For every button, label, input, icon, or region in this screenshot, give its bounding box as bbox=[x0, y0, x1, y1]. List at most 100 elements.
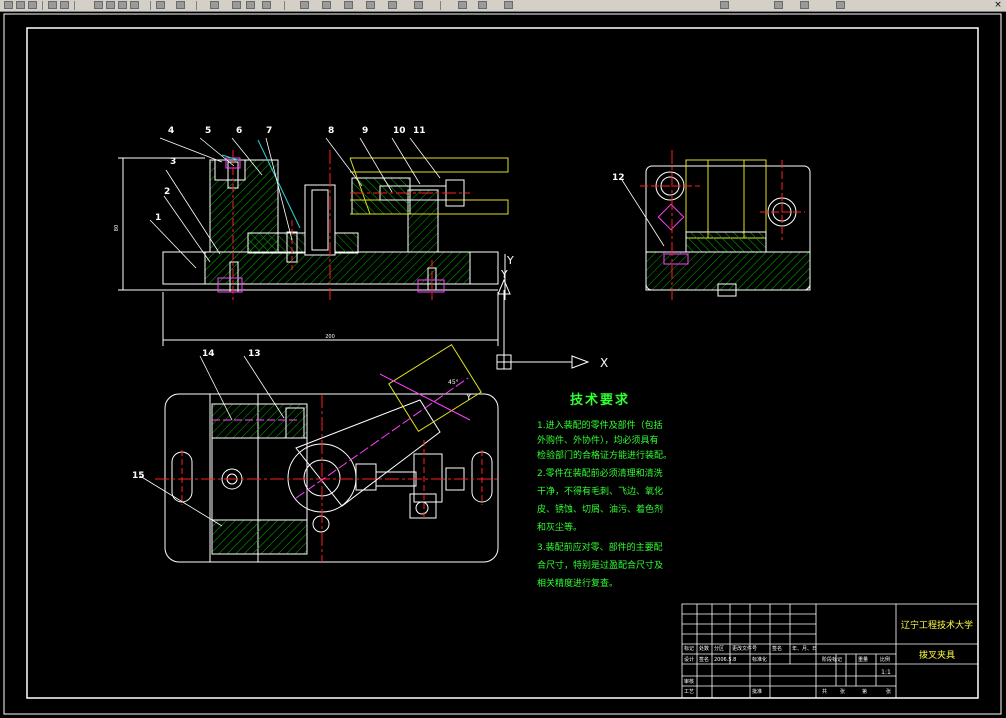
tech-line: 1.进入装配的零件及部件（包括 bbox=[537, 419, 663, 431]
paste-icon[interactable] bbox=[118, 1, 127, 9]
tech-line: 相关精度进行复查。 bbox=[537, 577, 618, 589]
part-label: 14 bbox=[202, 349, 215, 359]
copy-icon[interactable] bbox=[106, 1, 115, 9]
tb-cell: 重量 bbox=[858, 656, 868, 663]
part-label: 15 bbox=[132, 471, 145, 481]
toolbar-separator bbox=[440, 1, 441, 10]
pan-icon[interactable] bbox=[210, 1, 219, 9]
preview-icon[interactable] bbox=[60, 1, 69, 9]
toolbar-separator bbox=[284, 1, 285, 10]
tech-line: 3.装配前应对零、部件的主要配 bbox=[537, 541, 663, 553]
tech-line: 检验部门的合格证方能进行装配。 bbox=[537, 449, 672, 461]
zoom-icon[interactable] bbox=[232, 1, 241, 9]
zoom-prev-icon[interactable] bbox=[262, 1, 271, 9]
toolbar-separator bbox=[196, 1, 197, 10]
sheet-border bbox=[3, 13, 1002, 715]
part-label: 10 bbox=[393, 126, 406, 136]
tb-cell: 第 bbox=[862, 688, 867, 695]
help-icon[interactable] bbox=[774, 1, 783, 9]
dimension-width: 200 bbox=[162, 292, 499, 346]
save-icon[interactable] bbox=[28, 1, 37, 9]
redo-icon[interactable] bbox=[176, 1, 185, 9]
part-label: 8 bbox=[328, 126, 334, 136]
ucs-x-label: X bbox=[600, 356, 608, 370]
part-label: 4 bbox=[168, 126, 174, 136]
properties-icon[interactable] bbox=[300, 1, 309, 9]
new-icon[interactable] bbox=[4, 1, 13, 9]
tech-title: 技术要求 bbox=[570, 392, 630, 408]
drawing-canvas[interactable]: 200 80 4 5 6 7 8 9 10 11 3 2 1 12 Y X Y … bbox=[0, 11, 1006, 718]
ucs-icon: X Y bbox=[496, 268, 608, 370]
section-y-label-top: Y bbox=[465, 393, 472, 403]
tech-requirements: 技术要求 1.进入装配的零件及部件（包括 外购件、外协件），均必须具有 检验部门… bbox=[537, 392, 672, 589]
toolbar-separator bbox=[74, 1, 75, 10]
style-icon[interactable] bbox=[720, 1, 729, 9]
part-label: 9 bbox=[362, 126, 368, 136]
part-label: 7 bbox=[266, 126, 272, 136]
tb-cell: 张 bbox=[840, 688, 845, 695]
design-center-icon[interactable] bbox=[322, 1, 331, 9]
calc-icon[interactable] bbox=[414, 1, 423, 9]
part-label: 13 bbox=[248, 349, 261, 359]
markup-icon[interactable] bbox=[388, 1, 397, 9]
layer-state-icon[interactable] bbox=[478, 1, 487, 9]
part-label: 2 bbox=[164, 187, 170, 197]
tb-cell: 签名 bbox=[699, 656, 709, 663]
tb-cell: 签名 bbox=[772, 645, 782, 652]
ucs-y-label: Y bbox=[500, 268, 508, 281]
scale-value: 1:1 bbox=[881, 669, 891, 676]
tech-line: 干净，不得有毛刺、飞边、氧化 bbox=[537, 485, 663, 497]
layer-prev-icon[interactable] bbox=[504, 1, 513, 9]
tb-cell: 标记 bbox=[684, 645, 694, 652]
tech-line: 和灰尘等。 bbox=[537, 521, 582, 533]
dimension-height: 80 bbox=[114, 157, 205, 291]
tech-line: 合尺寸，特别是过盈配合尺寸及 bbox=[537, 559, 663, 571]
tb-cell: 更改文件号 bbox=[732, 645, 757, 652]
tech-line: 2.零件在装配前必须清理和清洗 bbox=[537, 467, 663, 479]
part-label: 3 bbox=[170, 157, 176, 167]
school-name: 辽宁工程技术大学 bbox=[901, 619, 973, 631]
tb-cell: 批准 bbox=[752, 688, 762, 695]
print-icon[interactable] bbox=[48, 1, 57, 9]
open-icon[interactable] bbox=[16, 1, 25, 9]
tech-line: 皮、锈蚀、切屑、油污、着色剂 bbox=[537, 503, 663, 515]
tb-cell: 2006.5.8 bbox=[714, 657, 736, 663]
tb-cell: 工艺 bbox=[684, 689, 694, 695]
tb-cell: 审核 bbox=[684, 678, 694, 685]
part-label: 6 bbox=[236, 126, 242, 136]
part-label: 11 bbox=[413, 126, 426, 136]
tb-cell: 张 bbox=[886, 688, 891, 695]
table-style-icon[interactable] bbox=[836, 1, 845, 9]
tb-cell: 比例 bbox=[880, 656, 890, 663]
tb-cell: 设计 bbox=[684, 656, 694, 663]
tb-cell: 年、月、日 bbox=[792, 645, 817, 652]
sheet-set-icon[interactable] bbox=[366, 1, 375, 9]
tb-cell: 阶段标记 bbox=[822, 656, 842, 663]
tb-cell: 标准化 bbox=[752, 656, 767, 663]
top-view[interactable]: 45° Y bbox=[155, 343, 500, 563]
tb-cell: 分区 bbox=[714, 645, 724, 652]
drawing-name: 拨叉夹具 bbox=[919, 649, 955, 661]
undo-icon[interactable] bbox=[156, 1, 165, 9]
dim-width-text: 200 bbox=[325, 334, 335, 340]
side-view[interactable]: 12 bbox=[612, 150, 811, 300]
tech-line: 外购件、外协件），均必须具有 bbox=[537, 434, 659, 446]
tool-palette-icon[interactable] bbox=[344, 1, 353, 9]
front-view[interactable] bbox=[162, 139, 509, 300]
angle-label: 45° bbox=[448, 379, 459, 386]
dim-style-icon[interactable] bbox=[800, 1, 809, 9]
part-label: 5 bbox=[205, 126, 211, 136]
tb-cell: 处数 bbox=[699, 645, 709, 652]
layer-icon[interactable] bbox=[458, 1, 467, 9]
part-label: 1 bbox=[155, 213, 161, 223]
section-y-label: Y bbox=[506, 254, 514, 267]
part-label: 12 bbox=[612, 173, 625, 183]
match-icon[interactable] bbox=[130, 1, 139, 9]
toolbar-separator bbox=[150, 1, 151, 10]
cut-icon[interactable] bbox=[94, 1, 103, 9]
toolbar-separator bbox=[42, 1, 43, 10]
close-icon[interactable]: × bbox=[992, 0, 1004, 10]
title-block-text: 辽宁工程技术大学 拨叉夹具 1:1 标记 处数 分区 更改文件号 签名 年、月、… bbox=[684, 619, 973, 695]
dim-height-text: 80 bbox=[114, 225, 120, 231]
zoom-window-icon[interactable] bbox=[246, 1, 255, 9]
